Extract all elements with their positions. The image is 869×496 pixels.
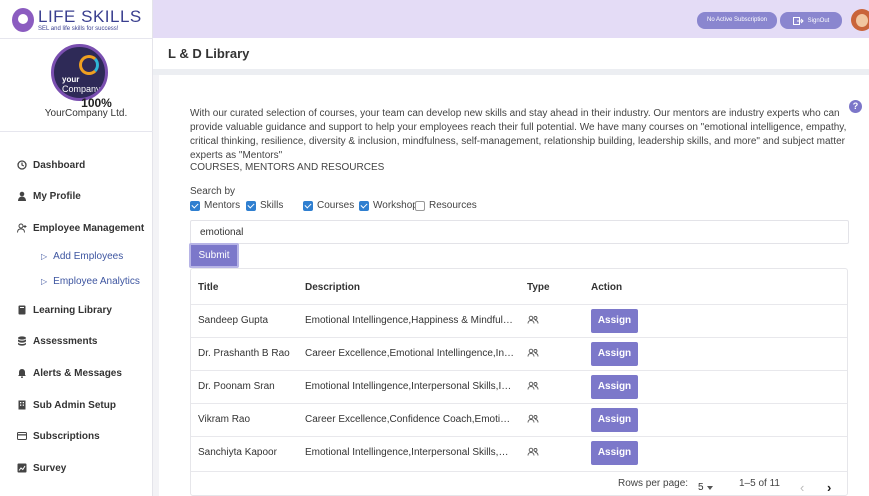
filter-resources-checkbox[interactable]: Resources — [415, 200, 477, 211]
page-header: L & D Library — [153, 38, 869, 69]
filter-skills-checkbox[interactable]: Skills — [246, 200, 283, 211]
sidebar-item-employee-management[interactable]: Employee Management — [17, 220, 144, 236]
signout-button[interactable]: SignOut — [780, 12, 842, 29]
checkbox-checked-icon — [359, 200, 369, 211]
subscription-status-button[interactable]: No Active Subscription — [697, 12, 777, 29]
table-row: Sanchiyta Kapoor Emotional Intellingence… — [191, 436, 847, 469]
card-icon — [17, 432, 27, 440]
row-description: Emotional Intellingence,Happiness & Mind… — [305, 315, 515, 326]
brand-logo[interactable]: LIFE SKILLS SEL and life skills for succ… — [12, 6, 142, 34]
assign-button[interactable]: Assign — [591, 408, 638, 432]
column-header-action[interactable]: Action — [591, 282, 622, 293]
search-input[interactable] — [190, 220, 849, 244]
clock-icon — [17, 160, 27, 170]
row-description: Emotional Intellingence,Interpersonal Sk… — [305, 447, 515, 458]
rows-per-page-select[interactable]: 5 — [698, 482, 704, 493]
checkbox-checked-icon — [190, 200, 200, 211]
chevron-right-icon: ▷ — [41, 251, 48, 261]
table-pagination: Rows per page: 5 1–5 of 11 ‹ › — [191, 471, 847, 495]
building-icon — [18, 400, 26, 410]
filter-courses-checkbox[interactable]: Courses — [303, 200, 354, 211]
bell-icon — [18, 369, 26, 378]
people-icon — [527, 447, 539, 456]
row-description: Career Excellence,Confidence Coach,Emoti… — [305, 414, 515, 425]
column-header-description[interactable]: Description — [305, 282, 360, 293]
intro-text: With our curated selection of courses, y… — [190, 108, 847, 161]
checkbox-unchecked-icon — [415, 200, 425, 211]
divider — [0, 38, 153, 39]
sidebar-item-alerts-messages[interactable]: Alerts & Messages — [17, 365, 122, 381]
search-by-label: Search by — [190, 186, 236, 197]
assign-button[interactable]: Assign — [591, 309, 638, 333]
row-description: Career Excellence,Emotional Intellingenc… — [305, 348, 515, 359]
row-description: Emotional Intellingence,Interpersonal Sk… — [305, 381, 515, 392]
user-icon — [18, 191, 26, 201]
sidebar-item-subscriptions[interactable]: Subscriptions — [17, 428, 100, 444]
page-title: L & D Library — [168, 46, 250, 61]
brand-name: LIFE SKILLS — [38, 6, 142, 26]
user-plus-icon — [17, 223, 27, 233]
sidebar-item-assessments[interactable]: Assessments — [17, 333, 97, 349]
row-title: Sandeep Gupta — [198, 315, 269, 326]
table-row: Dr. Prashanth B Rao Career Excellence,Em… — [191, 337, 847, 370]
chevron-left-icon[interactable]: ‹ — [800, 480, 804, 495]
sidebar-item-sub-admin-setup[interactable]: Sub Admin Setup — [17, 397, 116, 413]
brand-mark-icon — [12, 8, 34, 32]
chevron-right-icon: ▷ — [41, 276, 48, 286]
book-icon — [18, 305, 26, 315]
people-icon — [527, 381, 539, 390]
sidebar-item-add-employees[interactable]: ▷ Add Employees — [41, 248, 123, 264]
sidebar: LIFE SKILLS SEL and life skills for succ… — [0, 0, 153, 496]
assign-button[interactable]: Assign — [591, 441, 638, 465]
checkbox-checked-icon — [246, 200, 256, 211]
chevron-right-icon[interactable]: › — [827, 480, 831, 495]
sidebar-item-survey[interactable]: Survey — [17, 460, 66, 476]
filter-mentors-checkbox[interactable]: Mentors — [190, 200, 240, 211]
divider — [0, 131, 153, 132]
submit-button[interactable]: Submit — [189, 243, 239, 268]
company-name: YourCompany Ltd. — [44, 108, 128, 119]
row-title: Dr. Prashanth B Rao — [198, 348, 290, 359]
sidebar-item-my-profile[interactable]: My Profile — [17, 188, 81, 204]
table-row: Sandeep Gupta Emotional Intellingence,Ha… — [191, 304, 847, 337]
assign-button[interactable]: Assign — [591, 375, 638, 399]
table-row: Vikram Rao Career Excellence,Confidence … — [191, 403, 847, 436]
row-title: Sanchiyta Kapoor — [198, 447, 277, 458]
assign-button[interactable]: Assign — [591, 342, 638, 366]
checkbox-checked-icon — [303, 200, 313, 211]
results-table: Title Description Type Action Sandeep Gu… — [190, 268, 848, 496]
column-header-type[interactable]: Type — [527, 282, 550, 293]
table-row: Dr. Poonam Sran Emotional Intellingence,… — [191, 370, 847, 403]
section-title: COURSES, MENTORS AND RESOURCES — [190, 162, 385, 173]
pagination-range: 1–5 of 11 — [739, 478, 780, 489]
row-title: Dr. Poonam Sran — [198, 381, 275, 392]
chart-icon — [17, 463, 27, 473]
database-icon — [18, 336, 26, 346]
people-icon — [527, 315, 539, 324]
brand-tagline: SEL and life skills for success! — [38, 25, 119, 32]
company-logo: your Company — [51, 44, 108, 101]
column-header-title[interactable]: Title — [198, 282, 218, 293]
rows-per-page-label: Rows per page: — [618, 478, 689, 489]
sidebar-item-dashboard[interactable]: Dashboard — [17, 157, 85, 173]
people-icon — [527, 348, 539, 357]
row-title: Vikram Rao — [198, 414, 251, 425]
filter-workshop-checkbox[interactable]: Workshop — [359, 200, 418, 211]
company-ring-icon — [79, 55, 99, 75]
caret-down-icon[interactable] — [707, 486, 713, 490]
sidebar-item-employee-analytics[interactable]: ▷ Employee Analytics — [41, 273, 140, 289]
sidebar-item-learning-library[interactable]: Learning Library — [17, 302, 112, 318]
user-avatar[interactable] — [851, 9, 869, 31]
signout-icon — [792, 16, 804, 25]
people-icon — [527, 414, 539, 423]
